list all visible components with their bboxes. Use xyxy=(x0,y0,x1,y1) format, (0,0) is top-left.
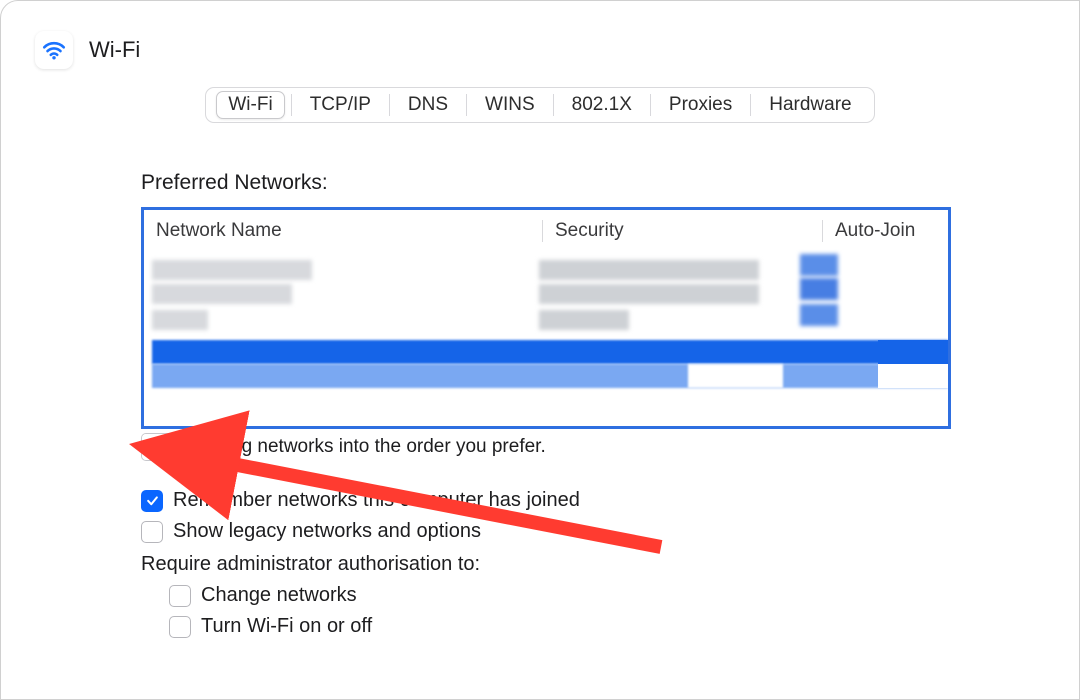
change-networks-checkbox[interactable] xyxy=(169,585,191,607)
change-networks-row[interactable]: Change networks xyxy=(141,584,1039,607)
turn-wifi-label: Turn Wi-Fi on or off xyxy=(201,615,372,638)
change-networks-label: Change networks xyxy=(201,584,357,607)
tab-separator xyxy=(750,94,751,116)
wifi-icon xyxy=(35,31,73,69)
page-title: Wi-Fi xyxy=(89,37,140,63)
legacy-networks-label: Show legacy networks and options xyxy=(173,520,481,543)
remember-networks-checkbox[interactable] xyxy=(141,490,163,512)
tab-separator xyxy=(389,94,390,116)
tabs-strip: Wi-Fi TCP/IP DNS WINS 802.1X Proxies Har… xyxy=(205,87,874,123)
content: Preferred Networks: Network Name Securit… xyxy=(1,171,1079,638)
col-auto-join[interactable]: Auto-Join xyxy=(822,220,940,242)
tab-tcpip[interactable]: TCP/IP xyxy=(298,91,383,119)
remove-network-button[interactable]: − xyxy=(174,434,206,460)
preferred-networks-table[interactable]: Network Name Security Auto-Join xyxy=(141,207,951,429)
tab-wifi[interactable]: Wi-Fi xyxy=(216,91,284,119)
add-network-button[interactable]: + xyxy=(142,434,174,460)
settings-window: Wi-Fi Wi-Fi TCP/IP DNS WINS 802.1X Proxi… xyxy=(0,0,1080,700)
turn-wifi-checkbox[interactable] xyxy=(169,616,191,638)
col-security[interactable]: Security xyxy=(542,220,822,242)
tab-separator xyxy=(553,94,554,116)
require-admin-label: Require administrator authorisation to: xyxy=(141,553,1039,576)
tab-dns[interactable]: DNS xyxy=(396,91,460,119)
tab-separator xyxy=(650,94,651,116)
legacy-networks-checkbox[interactable] xyxy=(141,521,163,543)
preferred-networks-label: Preferred Networks: xyxy=(141,171,1039,195)
table-header: Network Name Security Auto-Join xyxy=(144,210,948,252)
below-table-row: + − ag networks into the order you prefe… xyxy=(141,433,1039,461)
tab-separator xyxy=(291,94,292,116)
tab-separator xyxy=(466,94,467,116)
header: Wi-Fi xyxy=(1,1,1079,69)
drag-hint-text: ag networks into the order you prefer. xyxy=(231,436,546,457)
table-body-redacted[interactable] xyxy=(144,254,948,394)
legacy-networks-row[interactable]: Show legacy networks and options xyxy=(141,520,1039,543)
tab-8021x[interactable]: 802.1X xyxy=(560,91,644,119)
add-remove-group: + − xyxy=(141,433,207,461)
tab-proxies[interactable]: Proxies xyxy=(657,91,744,119)
drag-hint: ag networks into the order you prefer. xyxy=(223,436,546,458)
turn-wifi-row[interactable]: Turn Wi-Fi on or off xyxy=(141,615,1039,638)
tab-hardware[interactable]: Hardware xyxy=(757,91,863,119)
remember-networks-label: Remember networks this computer has join… xyxy=(173,489,580,512)
col-network-name[interactable]: Network Name xyxy=(152,220,542,242)
tab-wins[interactable]: WINS xyxy=(473,91,547,119)
remember-networks-row[interactable]: Remember networks this computer has join… xyxy=(141,489,1039,512)
